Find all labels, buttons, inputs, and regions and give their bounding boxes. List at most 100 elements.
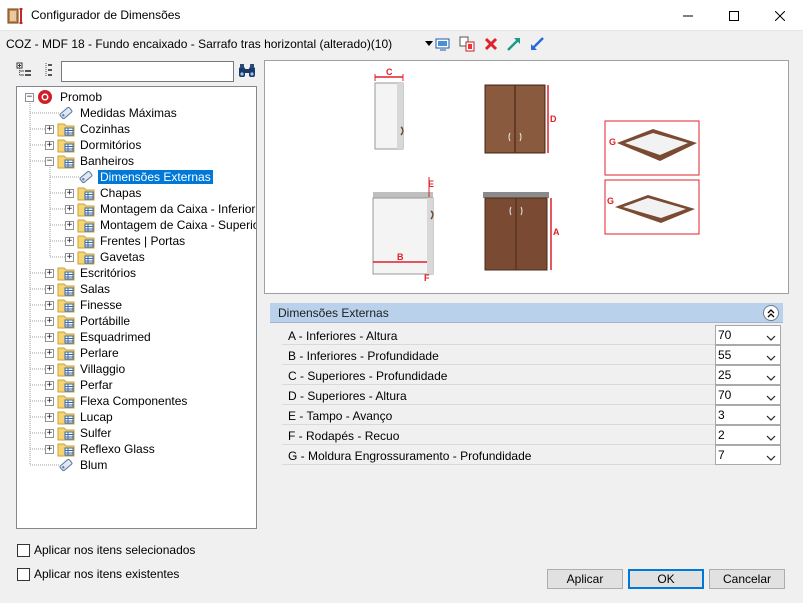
expand-toggle-icon[interactable]: + (65, 220, 74, 230)
expand-toggle-icon[interactable]: + (45, 412, 54, 422)
properties-panel: Dimensões Externas A - Inferiores - Altu… (270, 303, 783, 467)
binoculars-icon[interactable] (237, 61, 257, 81)
cancel-button[interactable]: Cancelar (709, 569, 785, 589)
collapse-toggle-icon[interactable]: − (25, 92, 34, 102)
property-value-select[interactable]: 70 (715, 385, 781, 405)
property-value-select[interactable]: 3 (715, 405, 781, 425)
tree-node[interactable]: + Frentes | Portas (65, 233, 187, 249)
tree-node[interactable]: + Montagem de Caixa - Superior (65, 217, 256, 233)
apply-existing-checkbox[interactable]: Aplicar nos itens existentes (17, 567, 179, 581)
checkbox-box[interactable] (17, 543, 30, 557)
apply-existing-label: Aplicar nos itens existentes (34, 567, 180, 581)
tree-node[interactable]: + Sulfer (45, 425, 113, 441)
promob-logo-icon (37, 89, 55, 105)
expand-toggle-icon[interactable]: + (65, 188, 74, 198)
collapse-section-button[interactable] (763, 305, 779, 321)
chevron-down-icon (766, 351, 776, 365)
tree-node-label: Finesse (80, 298, 123, 312)
expand-toggle-icon[interactable]: + (45, 380, 54, 390)
tree-node[interactable]: + Villaggio (45, 361, 127, 377)
folder-grid-icon (57, 329, 75, 345)
expand-toggle-icon[interactable]: + (45, 284, 54, 294)
tree-node[interactable]: + Flexa Componentes (45, 393, 189, 409)
tree-node[interactable]: Dimensões Externas (65, 169, 213, 185)
expand-toggle-icon[interactable]: + (45, 444, 54, 454)
category-tree[interactable]: − Promob Medidas Máximas + Cozinhas + Dormit… (16, 86, 257, 529)
ok-button[interactable]: OK (628, 569, 704, 589)
expand-toggle-icon[interactable]: + (45, 268, 54, 278)
copy-item-icon[interactable] (458, 35, 476, 53)
tree-node[interactable]: + Dormitórios (45, 137, 143, 153)
folder-grid-icon (57, 121, 75, 137)
tree-node[interactable]: Medidas Máximas (45, 105, 179, 121)
close-button[interactable] (757, 0, 803, 31)
property-value-select[interactable]: 25 (715, 365, 781, 385)
delete-x-icon[interactable] (482, 35, 500, 53)
expand-arrow-icon[interactable] (505, 35, 523, 53)
expand-toggle-icon[interactable]: + (45, 396, 54, 406)
expand-toggle-icon[interactable]: + (65, 236, 74, 246)
property-value-select[interactable]: 2 (715, 425, 781, 445)
folder-grid-icon (57, 265, 75, 281)
minimize-button[interactable] (665, 0, 711, 31)
tree-node[interactable]: + Perlare (45, 345, 121, 361)
collapse-all-icon[interactable] (40, 62, 56, 78)
expand-toggle-icon[interactable]: + (65, 252, 74, 262)
collapse-arrow-icon[interactable] (528, 35, 546, 53)
item-path-label: COZ - MDF 18 - Fundo encaixado - Sarrafo… (6, 37, 393, 51)
tree-node-root[interactable]: − Promob (25, 89, 104, 105)
tree-node-label: Villaggio (80, 362, 126, 376)
expand-all-icon[interactable] (16, 62, 32, 78)
tree-node[interactable]: + Portábille (45, 313, 132, 329)
tree-node[interactable]: + Esquadrimed (45, 329, 153, 345)
tree-node-label: Montagem da Caixa - Inferior (100, 202, 256, 216)
apply-selected-checkbox[interactable]: Aplicar nos itens selecionados (17, 543, 195, 557)
expand-toggle-icon[interactable]: + (45, 428, 54, 438)
property-label: C - Superiores - Profundidade (288, 369, 448, 383)
expand-toggle-icon[interactable]: + (45, 332, 54, 342)
maximize-button[interactable] (711, 0, 757, 31)
window-title: Configurador de Dimensões (31, 8, 181, 22)
chevron-down-icon (766, 451, 776, 465)
tree-node[interactable]: + Montagem da Caixa - Inferior (65, 201, 256, 217)
property-label: E - Tampo - Avanço (288, 409, 393, 423)
checkbox-box[interactable] (17, 567, 30, 581)
tree-node[interactable]: + Escritórios (45, 265, 138, 281)
folder-grid-icon (57, 345, 75, 361)
tree-node[interactable]: + Reflexo Glass (45, 441, 157, 457)
expand-toggle-icon[interactable]: + (45, 348, 54, 358)
folder-grid-icon (57, 137, 75, 153)
property-row: A - Inferiores - Altura 70 (282, 325, 781, 345)
folder-grid-icon (57, 425, 75, 441)
expand-toggle-icon[interactable]: + (45, 300, 54, 310)
tag-icon (57, 105, 75, 121)
tree-node[interactable]: + Gavetas (65, 249, 147, 265)
property-value-select[interactable]: 70 (715, 325, 781, 345)
expand-toggle-icon[interactable]: + (45, 316, 54, 326)
property-value-select[interactable]: 7 (715, 445, 781, 465)
tree-node[interactable]: + Lucap (45, 409, 115, 425)
expand-toggle-icon[interactable]: + (65, 204, 74, 214)
collapse-toggle-icon[interactable]: − (45, 156, 54, 166)
tree-node[interactable]: + Perfar (45, 377, 115, 393)
tree-node[interactable]: Blum (45, 457, 109, 473)
folder-grid-icon (57, 377, 75, 393)
tree-node[interactable]: + Salas (45, 281, 112, 297)
tree-node[interactable]: + Chapas (65, 185, 143, 201)
expand-toggle-icon[interactable]: + (45, 140, 54, 150)
tree-node[interactable]: + Finesse (45, 297, 124, 313)
property-value-select[interactable]: 55 (715, 345, 781, 365)
minimize-icon (683, 15, 693, 16)
folder-grid-icon (77, 185, 95, 201)
expand-toggle-icon[interactable]: + (45, 124, 54, 134)
expand-toggle-icon[interactable]: + (45, 364, 54, 374)
tree-node[interactable]: − Banheiros (45, 153, 136, 169)
search-input[interactable] (61, 61, 234, 82)
property-label: B - Inferiores - Profundidade (288, 349, 439, 363)
property-label: F - Rodapés - Recuo (288, 429, 400, 443)
screen-icon[interactable] (434, 35, 452, 53)
property-label: D - Superiores - Altura (288, 389, 407, 403)
apply-button[interactable]: Aplicar (547, 569, 623, 589)
tree-node[interactable]: + Cozinhas (45, 121, 132, 137)
tree-node-label: Sulfer (80, 426, 112, 440)
